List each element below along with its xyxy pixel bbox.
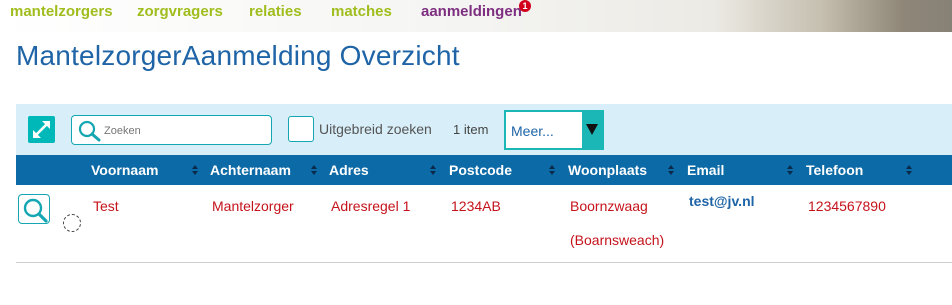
column-header-adres[interactable]: Adres: [329, 155, 369, 185]
cell-adres: Adresregel 1: [331, 198, 411, 214]
cell-telefoon: 1234567890: [808, 198, 886, 214]
sort-icon[interactable]: [429, 155, 437, 185]
cell-postcode: 1234AB: [451, 198, 501, 214]
nav-relaties[interactable]: relaties: [249, 3, 302, 20]
sort-icon[interactable]: [905, 155, 913, 185]
table-row[interactable]: Test Mantelzorger Adresregel 1 1234AB Bo…: [16, 185, 952, 263]
cell-woonplaats: Boornzwaag: [570, 198, 648, 214]
item-count: 1 item: [453, 122, 489, 137]
column-header-postcode[interactable]: Postcode: [449, 155, 512, 185]
more-dropdown[interactable]: Meer...: [504, 110, 604, 150]
advanced-search-label: Uitgebreid zoeken: [319, 121, 432, 137]
column-header-achternaam[interactable]: Achternaam: [210, 155, 291, 185]
column-header-woonplaats[interactable]: Woonplaats: [568, 155, 647, 185]
page-title: MantelzorgerAanmelding Overzicht: [16, 40, 460, 71]
status-circle-icon: [63, 214, 81, 232]
table-header: Voornaam Achternaam Adres Postcode Woonp…: [16, 155, 952, 185]
sort-icon[interactable]: [191, 155, 199, 185]
toolbar: Uitgebreid zoeken 1 item Meer...: [16, 104, 952, 155]
sort-icon[interactable]: [310, 155, 318, 185]
dropdown-arrow-icon[interactable]: [582, 112, 602, 148]
expand-icon: [33, 121, 50, 138]
cell-woonplaats-alt: (Boarnsweach): [570, 232, 665, 248]
nav-mantelzorgers[interactable]: mantelzorgers: [10, 3, 113, 20]
expand-button[interactable]: [28, 116, 55, 143]
magnifier-icon: [23, 198, 48, 223]
search-input[interactable]: [104, 122, 264, 140]
cell-email-link[interactable]: test@jv.nl: [689, 193, 755, 209]
column-header-email[interactable]: Email: [687, 155, 724, 185]
sort-icon[interactable]: [548, 155, 556, 185]
more-dropdown-label: Meer...: [511, 123, 554, 139]
search-icon: [78, 120, 101, 142]
cell-voornaam: Test: [93, 198, 119, 214]
nav-aanmeldingen[interactable]: aanmeldingen: [421, 3, 522, 20]
column-header-voornaam[interactable]: Voornaam: [91, 155, 158, 185]
sort-icon[interactable]: [786, 155, 794, 185]
search-field[interactable]: [71, 115, 272, 145]
notification-badge: 1: [519, 0, 531, 12]
column-header-telefoon[interactable]: Telefoon: [806, 155, 863, 185]
top-navigation: mantelzorgers zorgvragers relaties match…: [0, 0, 952, 32]
nav-zorgvragers[interactable]: zorgvragers: [137, 3, 223, 20]
cell-achternaam: Mantelzorger: [212, 198, 294, 214]
nav-matches[interactable]: matches: [331, 3, 392, 20]
sort-icon[interactable]: [667, 155, 675, 185]
header-photo: [712, 0, 952, 32]
view-button[interactable]: [18, 194, 50, 224]
advanced-search-checkbox[interactable]: [288, 116, 314, 142]
